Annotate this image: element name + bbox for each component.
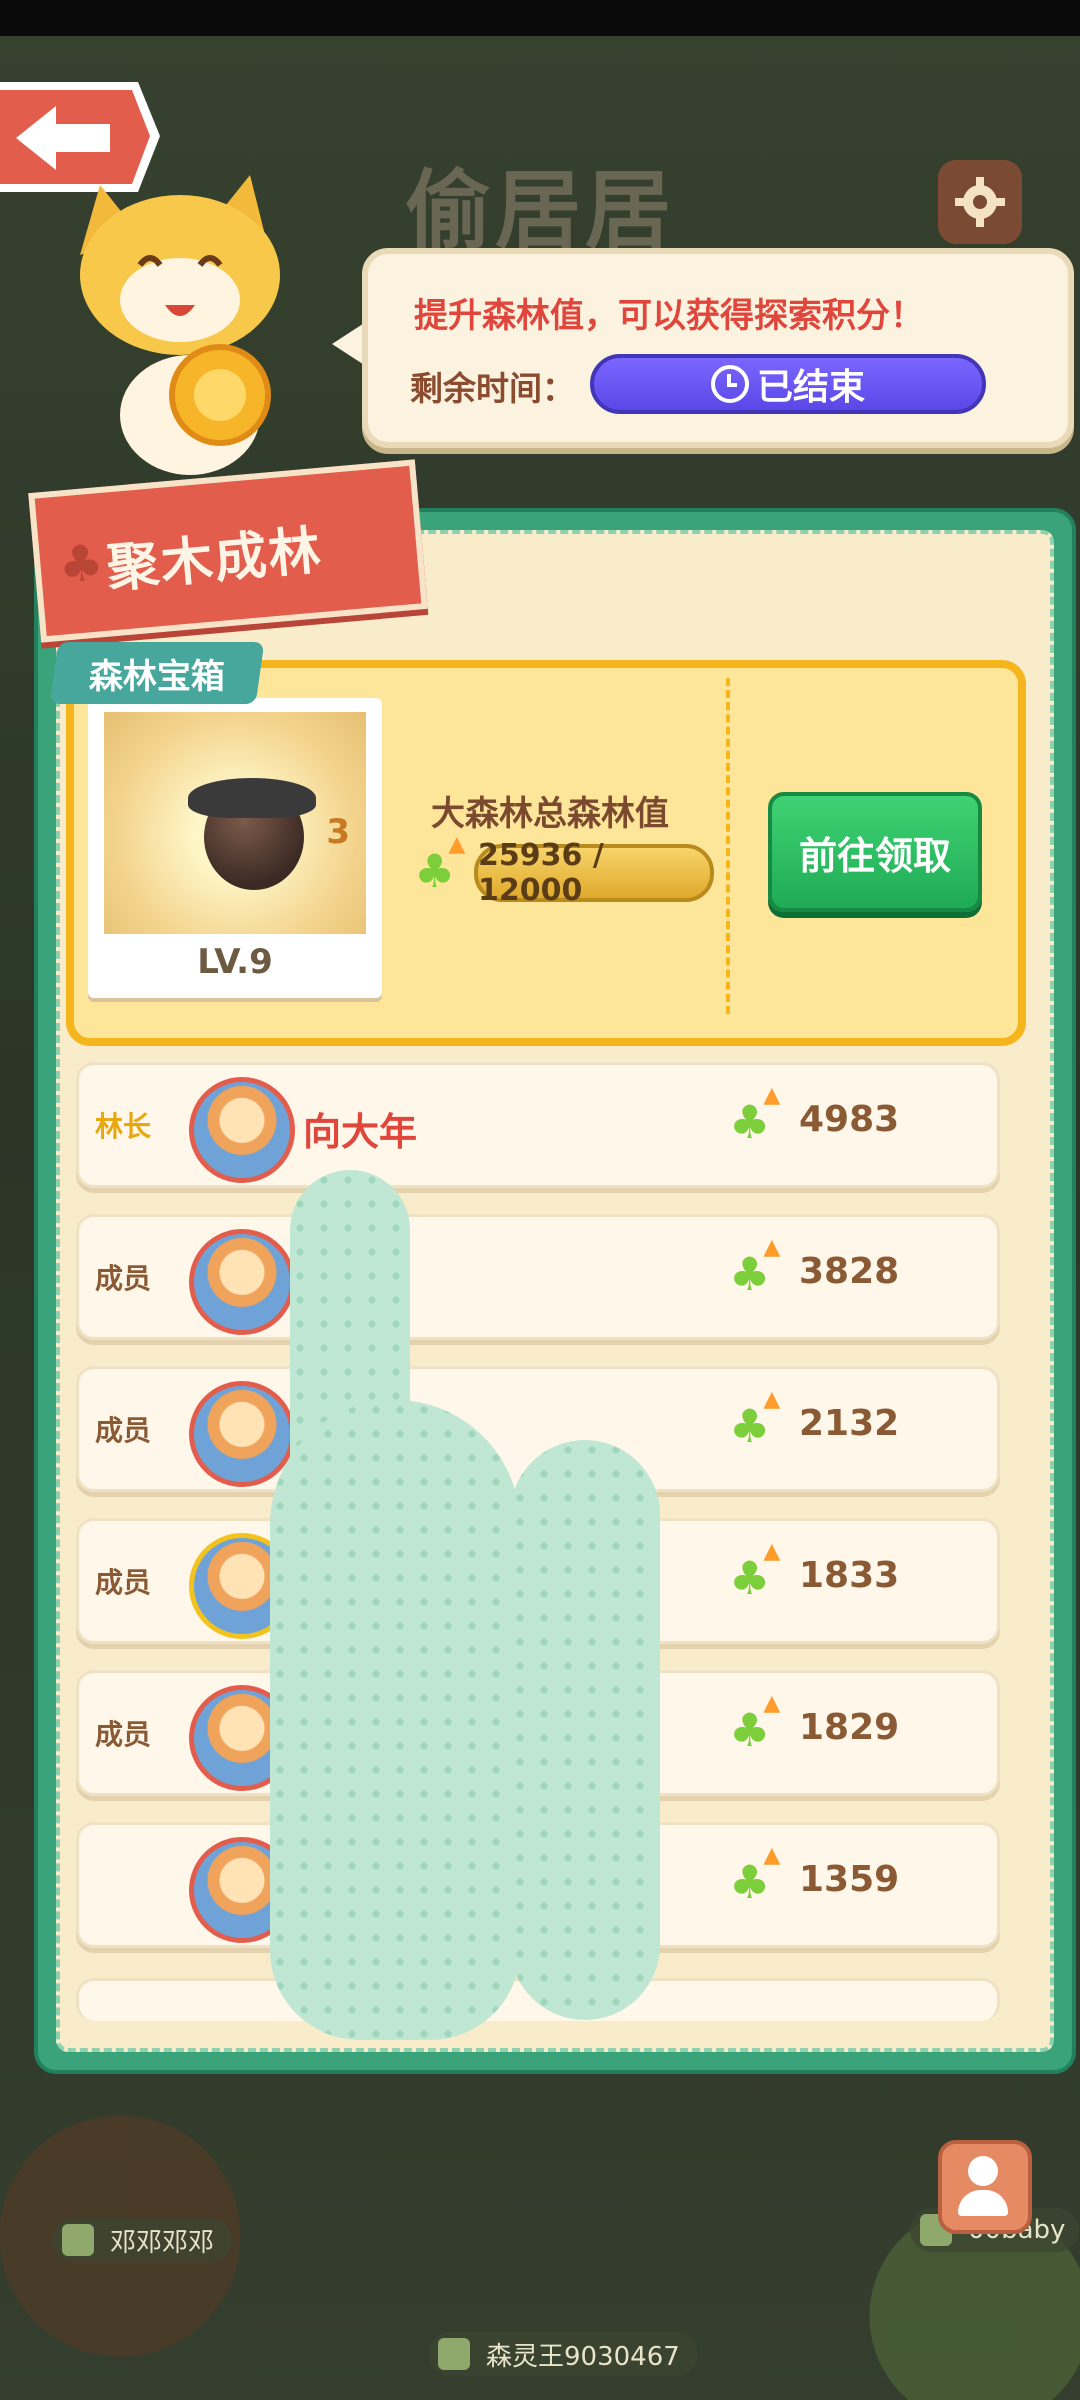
ticket-divider xyxy=(726,678,730,1014)
member-role: 林长 xyxy=(95,1110,152,1143)
member-forest-score: 1359 xyxy=(799,1859,900,1900)
up-arrow-icon: ▲ xyxy=(763,1843,781,1868)
chest-level: LV.9 xyxy=(197,942,273,982)
avatar[interactable] xyxy=(189,1229,295,1335)
panel-title: 聚木成林 xyxy=(104,520,325,600)
forest-chest-card: 3 LV.9 大森林总森林值 ♣ ▲ 25936 / 12000 前往领取 xyxy=(66,660,1026,1046)
cat-mascot-image xyxy=(80,175,280,475)
list-item[interactable]: 林长 向大年 ♣ ▲ 4983 xyxy=(76,1062,1000,1188)
timer-label: 剩余时间： xyxy=(410,369,575,408)
member-forest-score: 4983 xyxy=(799,1099,900,1140)
member-role: 成员 xyxy=(95,1414,152,1447)
member-role: 成员 xyxy=(95,1718,152,1751)
chest-count: 3 xyxy=(326,812,350,852)
forest-chest-tag-label: 森林宝箱 xyxy=(89,656,225,697)
chest-beak-icon xyxy=(188,778,316,818)
member-role: 成员 xyxy=(95,1566,152,1599)
member-role: 成员 xyxy=(95,1262,152,1295)
list-item[interactable]: 成员 ♣ ▲ 3828 xyxy=(76,1214,1000,1340)
forest-value-club-icon: ♣ ▲ xyxy=(414,832,466,898)
censor-overlay-2 xyxy=(270,1400,520,2040)
settings-button[interactable] xyxy=(938,160,1022,244)
member-forest-score: 1829 xyxy=(799,1707,900,1748)
map-user-bottom-name: 森灵王9030467 xyxy=(486,2341,680,2372)
forest-value-club-icon: ♣ ▲ xyxy=(729,1235,781,1301)
total-forest-value: 25936 / 12000 xyxy=(474,838,714,908)
timer-value: 已结束 xyxy=(756,367,865,408)
censor-overlay-3 xyxy=(510,1440,660,2020)
up-arrow-icon: ▲ xyxy=(763,1539,781,1564)
go-claim-button[interactable]: 前往领取 xyxy=(768,792,982,912)
map-user-left[interactable]: 邓邓邓邓 xyxy=(52,2218,233,2262)
member-forest-score: 2132 xyxy=(799,1403,900,1444)
up-arrow-icon: ▲ xyxy=(448,832,466,857)
page-title: 偷居居 xyxy=(405,161,675,261)
user-tile-icon xyxy=(62,2224,94,2256)
up-arrow-icon: ▲ xyxy=(763,1691,781,1716)
club-icon: ♣ xyxy=(56,532,108,595)
member-name: 向大年 xyxy=(303,1110,418,1154)
timer-status-pill: 已结束 xyxy=(590,354,986,414)
member-forest-score: 1833 xyxy=(799,1555,900,1596)
avatar[interactable] xyxy=(189,1077,295,1183)
up-arrow-icon: ▲ xyxy=(763,1387,781,1412)
up-arrow-icon: ▲ xyxy=(763,1235,781,1260)
chest-reward-image[interactable]: 3 LV.9 xyxy=(88,698,382,998)
user-tile-icon xyxy=(438,2338,470,2370)
forest-value-club-icon: ♣ ▲ xyxy=(729,1843,781,1909)
forest-value-club-icon: ♣ ▲ xyxy=(729,1083,781,1149)
profile-button[interactable] xyxy=(938,2140,1032,2234)
forest-value-club-icon: ♣ ▲ xyxy=(729,1539,781,1605)
forest-value-club-icon: ♣ ▲ xyxy=(729,1387,781,1453)
up-arrow-icon: ▲ xyxy=(763,1083,781,1108)
chest-image-background: 3 xyxy=(104,712,366,934)
status-bar xyxy=(0,0,1080,36)
map-user-bottom[interactable]: 森灵王9030467 xyxy=(428,2332,698,2376)
member-forest-score: 3828 xyxy=(799,1251,900,1292)
gear-icon xyxy=(955,177,1005,227)
forest-chest-tag: 森林宝箱 xyxy=(49,642,265,704)
clock-icon xyxy=(710,365,749,403)
forest-value-club-icon: ♣ ▲ xyxy=(729,1691,781,1757)
forest-hint-text: 提升森林值，可以获得探索积分！ xyxy=(414,296,924,336)
map-user-left-name: 邓邓邓邓 xyxy=(110,2227,215,2258)
avatar[interactable] xyxy=(189,1381,295,1487)
info-speech-bubble: 提升森林值，可以获得探索积分！ 剩余时间： 已结束 xyxy=(362,248,1074,448)
total-forest-label: 大森林总森林值 xyxy=(431,794,669,834)
